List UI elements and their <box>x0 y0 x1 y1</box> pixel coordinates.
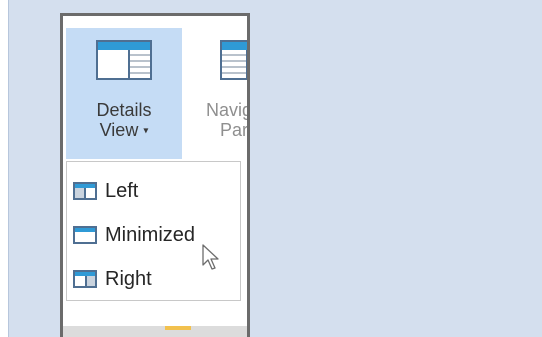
layout-left-icon <box>73 182 97 200</box>
menu-item-left[interactable]: Left <box>73 176 138 206</box>
chevron-down-icon: ▾ <box>143 125 149 137</box>
menu-item-minimized[interactable]: Minimized <box>73 220 195 250</box>
navigation-pane-label: Navig Par <box>206 100 250 140</box>
details-view-dropdown-menu: Left Minimized Right <box>66 161 241 301</box>
details-view-button[interactable]: Details View ▾ <box>66 28 182 159</box>
layout-minimized-icon <box>73 226 97 244</box>
mouse-cursor-icon <box>202 244 219 270</box>
menu-item-label: Left <box>105 179 139 202</box>
window-left-edge <box>0 0 9 337</box>
menu-item-right[interactable]: Right <box>73 264 152 294</box>
menu-item-label: Minimized <box>105 223 196 246</box>
ribbon-screenshot: Details View ▾ Navig Par Left Minimized … <box>60 13 250 337</box>
status-strip <box>63 326 247 337</box>
details-view-label: Details View ▾ <box>96 100 152 140</box>
navigation-pane-button[interactable]: Navig Par <box>198 28 250 159</box>
menu-item-label: Right <box>105 267 152 290</box>
layout-right-icon <box>73 270 97 288</box>
details-view-icon <box>96 40 152 80</box>
navigation-pane-icon <box>220 40 247 80</box>
